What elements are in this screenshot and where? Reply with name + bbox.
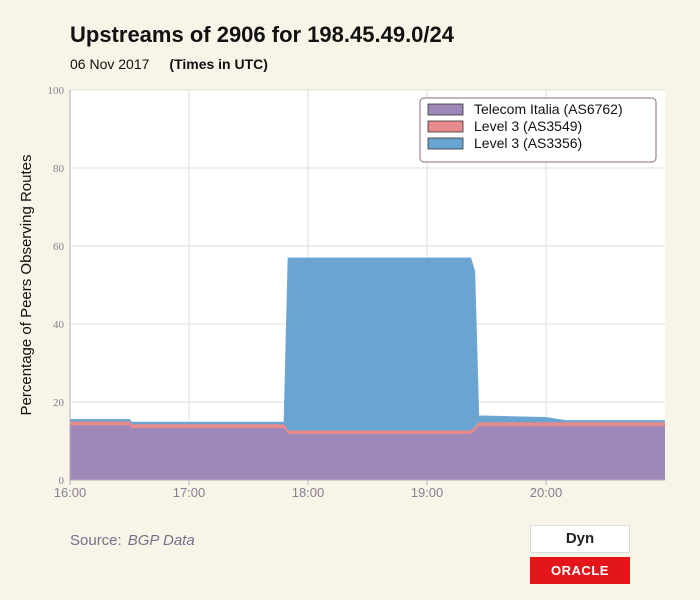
source-label: Source: (70, 532, 122, 549)
source-line: Source: BGP Data (70, 532, 195, 549)
x-tick-label: 16:00 (54, 485, 87, 500)
oracle-logo: ORACLE (530, 557, 630, 584)
source-value: BGP Data (127, 532, 195, 549)
legend-label: Level 3 (AS3356) (474, 135, 582, 151)
legend-swatch (427, 137, 464, 150)
legend-swatch (427, 103, 464, 116)
x-tick-label: 19:00 (411, 485, 444, 500)
x-tick-label: 20:00 (530, 485, 563, 500)
x-tick-label: 17:00 (173, 485, 206, 500)
x-tick-label: 18:00 (292, 485, 325, 500)
y-tick-label: 80 (53, 163, 65, 175)
y-tick-label: 100 (48, 85, 65, 97)
legend-label: Telecom Italia (AS6762) (474, 101, 623, 117)
y-tick-label: 20 (53, 397, 65, 409)
legend-label: Level 3 (AS3549) (474, 118, 582, 134)
y-axis-label: Percentage of Peers Observing Routes (18, 155, 35, 416)
legend-swatch (427, 120, 464, 133)
chart: 02040608010016:00 17:00 18:00 19:00 20:00Per… (18, 85, 665, 500)
y-tick-label: 40 (53, 319, 65, 331)
dyn-logo: Dyn (530, 525, 630, 553)
y-tick-label: 60 (53, 241, 65, 253)
